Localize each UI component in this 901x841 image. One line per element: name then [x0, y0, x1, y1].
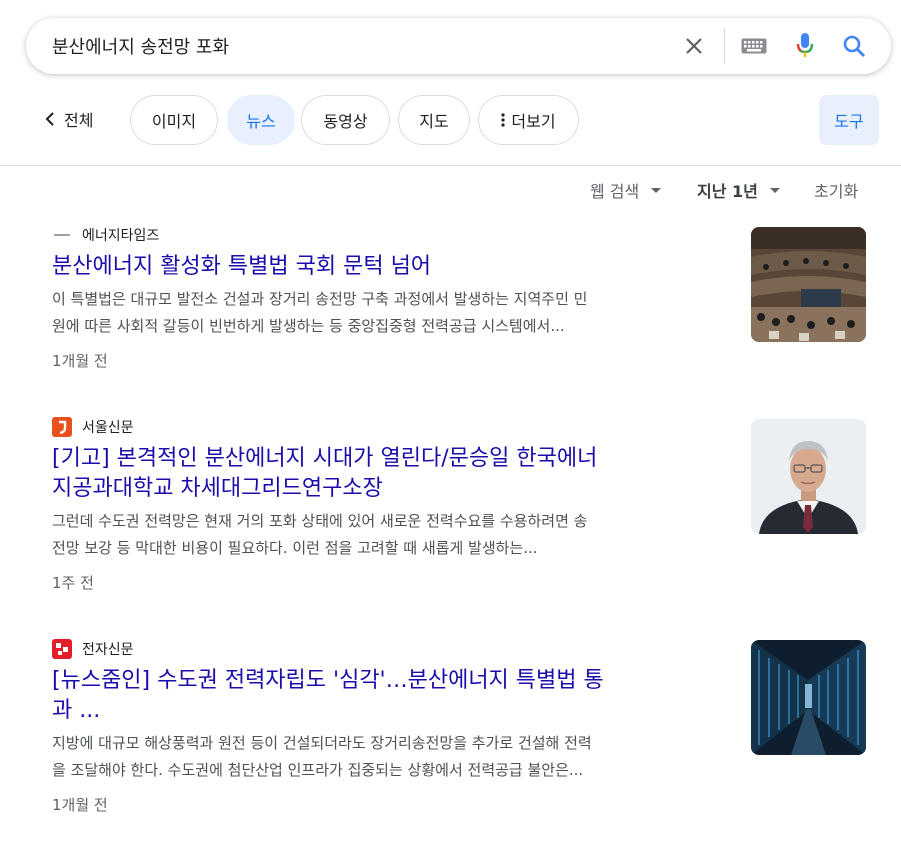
- result-source[interactable]: 전자신문: [52, 639, 732, 659]
- clear-icon[interactable]: [680, 32, 708, 60]
- period-filter-label: 지난 1년: [697, 182, 758, 201]
- search-input[interactable]: 분산에너지 송전망 포화: [52, 33, 229, 59]
- result-thumbnail[interactable]: [751, 640, 866, 755]
- tab-maps[interactable]: 지도: [398, 95, 470, 145]
- tab-maps-label: 지도: [419, 112, 449, 131]
- title-line: 과 ...: [52, 698, 101, 723]
- search-icon[interactable]: [840, 32, 868, 60]
- microphone-icon[interactable]: [791, 32, 819, 60]
- result-title-link[interactable]: [기고] 본격적인 분산에너지 시대가 열린다/문승일 한국에너 지공과대학교 …: [52, 444, 732, 504]
- tab-images[interactable]: 이미지: [130, 95, 218, 145]
- seoul-shinmun-favicon-icon: [52, 417, 72, 437]
- portrait-photo: [751, 419, 866, 534]
- result-title-link[interactable]: [뉴스줌인] 수도권 전력자립도 '심각'…분산에너지 특별법 통 과 ...: [52, 666, 732, 726]
- result-source[interactable]: 서울신문: [52, 417, 732, 437]
- tab-news[interactable]: 뉴스: [227, 95, 295, 145]
- snippet-line: 그런데 수도권 전력망은 현재 거의 포화 상태에 있어 새로운 전력수요를 수…: [52, 512, 588, 530]
- snippet-line: 을 조달해야 한다. 수도권에 첨단산업 인프라가 집중되는 상황에서 전력공급…: [52, 761, 584, 779]
- news-result: 에너지타임즈 분산에너지 활성화 특별법 국회 문턱 넘어 이 특별법은 대규모…: [52, 226, 732, 371]
- web-search-filter-label: 웹 검색: [590, 182, 640, 201]
- tab-all-label: 전체: [64, 111, 94, 130]
- snippet-line: 원에 따른 사회적 갈등이 빈번하게 발생하는 등 중앙집중형 전력공급 시스템…: [52, 317, 565, 335]
- tools-button[interactable]: 도구: [819, 95, 879, 145]
- tab-more-label: 더보기: [511, 112, 556, 131]
- source-name: 서울신문: [82, 420, 134, 436]
- period-filter[interactable]: 지난 1년: [697, 178, 780, 202]
- result-source[interactable]: 에너지타임즈: [52, 226, 732, 244]
- result-snippet: 이 특별법은 대규모 발전소 건설과 장거리 송전망 구축 과정에서 발생하는 …: [52, 286, 732, 340]
- reset-filter-label: 초기화: [814, 182, 859, 201]
- result-thumbnail[interactable]: [751, 227, 866, 342]
- web-search-filter[interactable]: 웹 검색: [590, 178, 662, 202]
- assembly-hall-image: [751, 227, 866, 342]
- result-thumbnail[interactable]: [751, 419, 866, 534]
- news-result: 전자신문 [뉴스줌인] 수도권 전력자립도 '심각'…분산에너지 특별법 통 과…: [52, 639, 732, 815]
- search-tabs: 전체 이미지 뉴스 동영상 지도 더보기 도구: [0, 95, 901, 145]
- dropdown-caret-icon: [651, 187, 662, 193]
- source-name: 에너지타임즈: [82, 228, 160, 244]
- result-snippet: 그런데 수도권 전력망은 현재 거의 포화 상태에 있어 새로운 전력수요를 수…: [52, 508, 732, 562]
- tabs-divider: [0, 165, 901, 166]
- dropdown-caret-icon: [769, 187, 780, 193]
- more-vert-icon: [501, 113, 506, 127]
- result-title-link[interactable]: 분산에너지 활성화 특별법 국회 문턱 넘어: [52, 252, 732, 282]
- etnews-favicon-icon: [52, 639, 72, 659]
- reset-filter-button[interactable]: 초기화: [814, 178, 858, 202]
- chevron-left-icon: [45, 112, 54, 126]
- tab-news-label: 뉴스: [246, 112, 276, 131]
- tools-button-label: 도구: [834, 112, 864, 131]
- tab-videos[interactable]: 동영상: [301, 95, 390, 145]
- title-line: [뉴스줌인] 수도권 전력자립도 '심각'…분산에너지 특별법 통: [52, 668, 604, 693]
- result-snippet: 지방에 대규모 해상풍력과 원전 등이 건설되더라도 장거리송전망을 추가로 건…: [52, 730, 732, 784]
- snippet-line: 지방에 대규모 해상풍력과 원전 등이 건설되더라도 장거리송전망을 추가로 건…: [52, 734, 592, 752]
- title-line: 지공과대학교 차세대그리드연구소장: [52, 476, 383, 501]
- news-result: 서울신문 [기고] 본격적인 분산에너지 시대가 열린다/문승일 한국에너 지공…: [52, 417, 732, 593]
- result-age: 1주 전: [52, 574, 94, 592]
- result-age: 1개월 전: [52, 352, 108, 370]
- tab-images-label: 이미지: [151, 112, 197, 131]
- snippet-line: 전망 보강 등 막대한 비용이 필요하다. 이런 점을 고려할 때 새롭게 발생…: [52, 539, 538, 557]
- tab-more[interactable]: 더보기: [478, 95, 579, 145]
- energytimes-favicon-icon: [52, 226, 72, 244]
- search-divider: [724, 28, 725, 64]
- data-center-image: [751, 640, 866, 755]
- search-bar[interactable]: 분산에너지 송전망 포화: [26, 18, 891, 74]
- title-line: [기고] 본격적인 분산에너지 시대가 열린다/문승일 한국에너: [52, 446, 598, 471]
- snippet-line: 이 특별법은 대규모 발전소 건설과 장거리 송전망 구축 과정에서 발생하는 …: [52, 290, 588, 308]
- tab-all[interactable]: 전체: [44, 107, 93, 131]
- result-age: 1개월 전: [52, 796, 108, 814]
- tab-videos-label: 동영상: [323, 112, 368, 131]
- source-name: 전자신문: [82, 642, 134, 658]
- keyboard-icon[interactable]: [740, 32, 768, 60]
